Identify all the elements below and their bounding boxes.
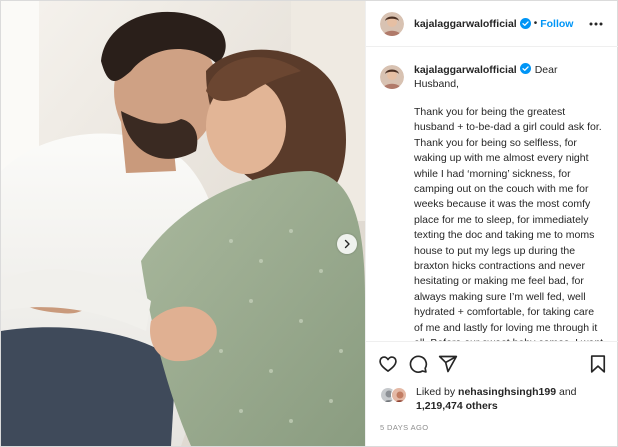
caption-body: kajalaggarwalofficial Dear Husband, Thank… bbox=[414, 63, 604, 341]
caption-text: Thank you for being the greatest husband… bbox=[414, 106, 603, 341]
liked-by-and: and bbox=[558, 386, 577, 398]
follow-button[interactable]: Follow bbox=[540, 18, 573, 30]
post-side-panel: kajalaggarwalofficial • Follow kajalagga… bbox=[365, 1, 618, 446]
liked-by-prefix: Liked by bbox=[416, 386, 456, 398]
liker-avatars[interactable] bbox=[380, 387, 410, 405]
avatar-image bbox=[380, 65, 404, 89]
bookmark-icon[interactable] bbox=[588, 354, 608, 374]
instagram-post: kajalaggarwalofficial • Follow kajalagga… bbox=[0, 0, 618, 447]
liked-by-user-link[interactable]: nehasinghsingh199 bbox=[458, 386, 556, 398]
chevron-right-icon bbox=[344, 239, 350, 249]
next-image-button[interactable] bbox=[337, 234, 357, 254]
caption-username-link[interactable]: kajalaggarwalofficial bbox=[414, 64, 517, 76]
comment-icon[interactable] bbox=[408, 354, 428, 374]
liked-by-text: Liked by nehasinghsingh199 and 1,219,474… bbox=[416, 385, 577, 413]
post-caption: kajalaggarwalofficial Dear Husband, Thank… bbox=[366, 49, 618, 341]
post-actions bbox=[366, 341, 618, 381]
liker-avatar bbox=[391, 387, 407, 403]
post-media[interactable] bbox=[1, 1, 365, 446]
heart-icon[interactable] bbox=[378, 354, 398, 374]
likes-count-link[interactable]: 1,219,474 others bbox=[416, 400, 498, 412]
verified-badge-icon bbox=[519, 63, 531, 74]
username-link[interactable]: kajalaggarwalofficial bbox=[414, 18, 517, 30]
share-icon[interactable] bbox=[438, 354, 458, 374]
verified-badge-icon bbox=[519, 18, 531, 29]
more-options-icon[interactable] bbox=[588, 17, 604, 31]
post-timestamp[interactable]: 5 DAYS AGO bbox=[380, 423, 428, 432]
post-photo bbox=[1, 1, 365, 446]
profile-avatar[interactable] bbox=[380, 11, 404, 36]
likes-section: Liked by nehasinghsingh199 and 1,219,474… bbox=[380, 385, 610, 413]
caption-avatar[interactable] bbox=[380, 65, 404, 89]
header-separator: • bbox=[533, 18, 538, 29]
post-header: kajalaggarwalofficial • Follow bbox=[366, 1, 618, 47]
caption-first-line: kajalaggarwalofficial Dear Husband, bbox=[414, 63, 604, 91]
avatar-image bbox=[380, 11, 404, 36]
